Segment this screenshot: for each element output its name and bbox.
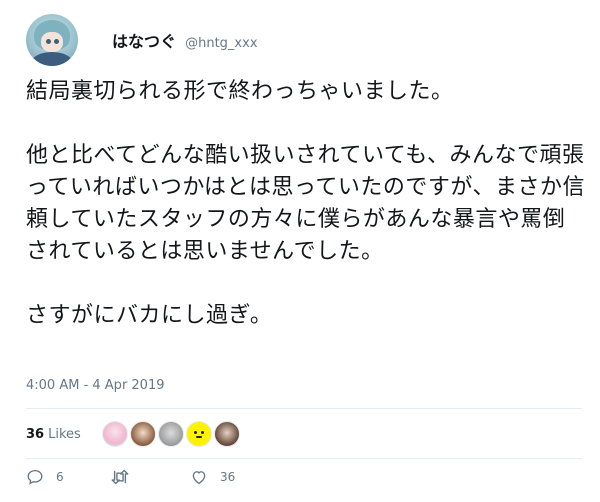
divider-top — [26, 408, 582, 409]
tweet-timestamp[interactable]: 4:00 AM - 4 Apr 2019 — [26, 378, 165, 393]
like-button[interactable]: 36 — [190, 468, 235, 486]
liker-avatar[interactable] — [186, 421, 212, 447]
display-name[interactable]: はなつぐ — [112, 32, 176, 51]
user-name-line: はなつぐ @hntg_xxx — [112, 32, 258, 54]
tweet-actions: 6 36 — [26, 468, 582, 490]
user-handle[interactable]: @hntg_xxx — [185, 36, 257, 51]
reply-icon — [26, 468, 44, 486]
emoji-eye — [194, 431, 197, 434]
reply-button[interactable]: 6 — [26, 468, 64, 486]
divider-bottom — [26, 458, 582, 459]
emoji-mouth — [196, 436, 202, 438]
liker-avatars — [102, 421, 242, 447]
likes-label: Likes — [48, 427, 81, 442]
reply-count: 6 — [56, 470, 64, 484]
tweet-paragraph-3: さすがにバカにし過ぎ。 — [26, 303, 273, 328]
likes-row: 36 Likes — [26, 421, 582, 451]
avatar-face — [41, 32, 63, 52]
likes-count-value: 36 — [26, 427, 45, 442]
like-count: 36 — [220, 470, 236, 484]
liker-avatar[interactable] — [130, 421, 156, 447]
liker-avatar[interactable] — [102, 421, 128, 447]
avatar-body — [32, 52, 72, 66]
tweet-paragraph-2: 他と比べてどんな酷い扱いされていても、みんなで頑張っていればいつかはとは思ってい… — [26, 143, 585, 264]
liker-avatar[interactable] — [158, 421, 184, 447]
heart-icon — [190, 468, 208, 486]
tweet-text: 結局裏切られる形で終わっちゃいました。 他と比べてどんな酷い扱いされていても、み… — [26, 76, 586, 332]
retweet-button[interactable] — [110, 468, 142, 486]
avatar[interactable] — [26, 14, 78, 66]
likes-count[interactable]: 36 Likes — [26, 427, 81, 442]
avatar-eye-right — [54, 39, 59, 44]
emoji-eye — [201, 431, 204, 434]
avatar-eye-left — [46, 39, 51, 44]
tweet-paragraph-1: 結局裏切られる形で終わっちゃいました。 — [26, 79, 454, 104]
retweet-icon — [110, 468, 130, 486]
liker-avatar[interactable] — [214, 421, 240, 447]
